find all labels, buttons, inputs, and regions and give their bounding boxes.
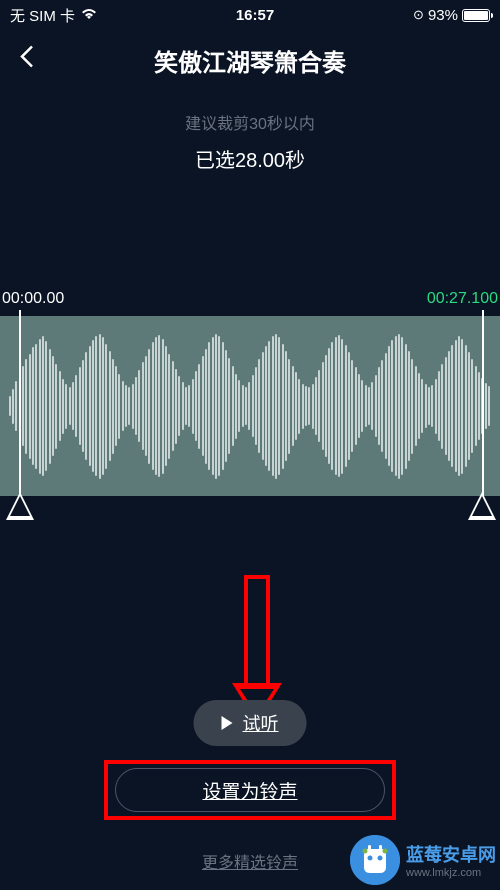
battery-percent: 93%	[428, 7, 458, 24]
back-button[interactable]	[20, 45, 34, 76]
trim-handles	[0, 496, 500, 536]
set-ringtone-button[interactable]: 设置为铃声	[115, 768, 385, 812]
watermark-logo-icon	[350, 835, 400, 885]
watermark-url: www.lmkjz.com	[406, 867, 496, 879]
orientation-lock-icon: ⊙	[413, 7, 424, 23]
watermark-text: 蓝莓安卓网 www.lmkjz.com	[406, 841, 496, 879]
carrier-text: 无 SIM 卡	[10, 5, 75, 26]
page-title: 笑傲江湖琴箫合奏	[154, 43, 346, 78]
status-time: 16:57	[236, 7, 274, 24]
selected-duration: 已选28.00秒	[0, 144, 500, 173]
handle-line-right	[482, 310, 484, 496]
waveform-display[interactable]	[0, 316, 500, 496]
wifi-icon	[81, 9, 97, 21]
preview-button[interactable]: 试听	[194, 700, 307, 746]
play-icon	[222, 716, 233, 730]
header: 笑傲江湖琴箫合奏	[0, 30, 500, 90]
hint-section: 建议裁剪30秒以内 已选28.00秒	[0, 110, 500, 173]
preview-label: 试听	[243, 710, 279, 736]
status-left: 无 SIM 卡	[10, 5, 97, 26]
watermark-name: 蓝莓安卓网	[406, 841, 496, 867]
watermark: 蓝莓安卓网 www.lmkjz.com	[350, 835, 496, 885]
time-start: 00:00.00	[2, 290, 64, 308]
hint-text: 建议裁剪30秒以内	[0, 110, 500, 134]
handle-line-left	[19, 310, 21, 496]
time-end: 00:27.100	[427, 290, 498, 308]
trim-handle-left[interactable]	[6, 492, 34, 520]
battery-icon	[462, 9, 490, 22]
status-bar: 无 SIM 卡 16:57 ⊙ 93%	[0, 0, 500, 30]
more-ringtones-link[interactable]: 更多精选铃声	[202, 849, 298, 873]
waveform-container: 00:00.00 00:27.100	[0, 290, 500, 536]
status-right: ⊙ 93%	[413, 7, 490, 24]
trim-handle-right[interactable]	[468, 492, 496, 520]
time-labels: 00:00.00 00:27.100	[0, 290, 500, 308]
